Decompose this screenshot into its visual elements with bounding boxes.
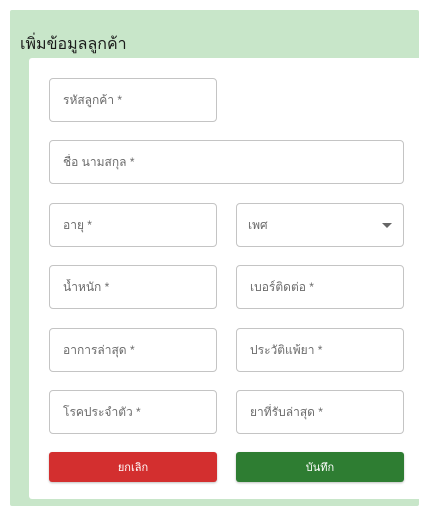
latest-medication-field[interactable] [236, 390, 404, 434]
customer-id-input[interactable] [61, 92, 205, 108]
weight-field[interactable] [49, 265, 217, 309]
full-name-input[interactable] [61, 154, 392, 170]
allergy-history-input[interactable] [248, 342, 392, 358]
weight-input[interactable] [61, 279, 205, 295]
phone-field[interactable] [236, 265, 404, 309]
age-input[interactable] [61, 217, 205, 233]
chronic-disease-input[interactable] [61, 404, 205, 420]
cancel-button[interactable]: ยกเลิก [49, 452, 217, 482]
gender-select[interactable]: เพศ [236, 203, 404, 247]
latest-medication-input[interactable] [248, 404, 392, 420]
form-card: เพศ ยกเลิก บันทึก [29, 58, 424, 499]
chronic-disease-field[interactable] [49, 390, 217, 434]
age-field[interactable] [49, 203, 217, 247]
gender-select-label: เพศ [248, 217, 268, 232]
customer-id-field[interactable] [49, 78, 217, 122]
latest-symptoms-field[interactable] [49, 328, 217, 372]
allergy-history-field[interactable] [236, 328, 404, 372]
full-name-field[interactable] [49, 140, 404, 184]
latest-symptoms-input[interactable] [61, 342, 205, 358]
save-button[interactable]: บันทึก [236, 452, 404, 482]
form-title: เพิ่มข้อมูลลูกค้า [20, 36, 127, 53]
phone-input[interactable] [248, 279, 392, 295]
caret-down-icon [382, 222, 392, 228]
